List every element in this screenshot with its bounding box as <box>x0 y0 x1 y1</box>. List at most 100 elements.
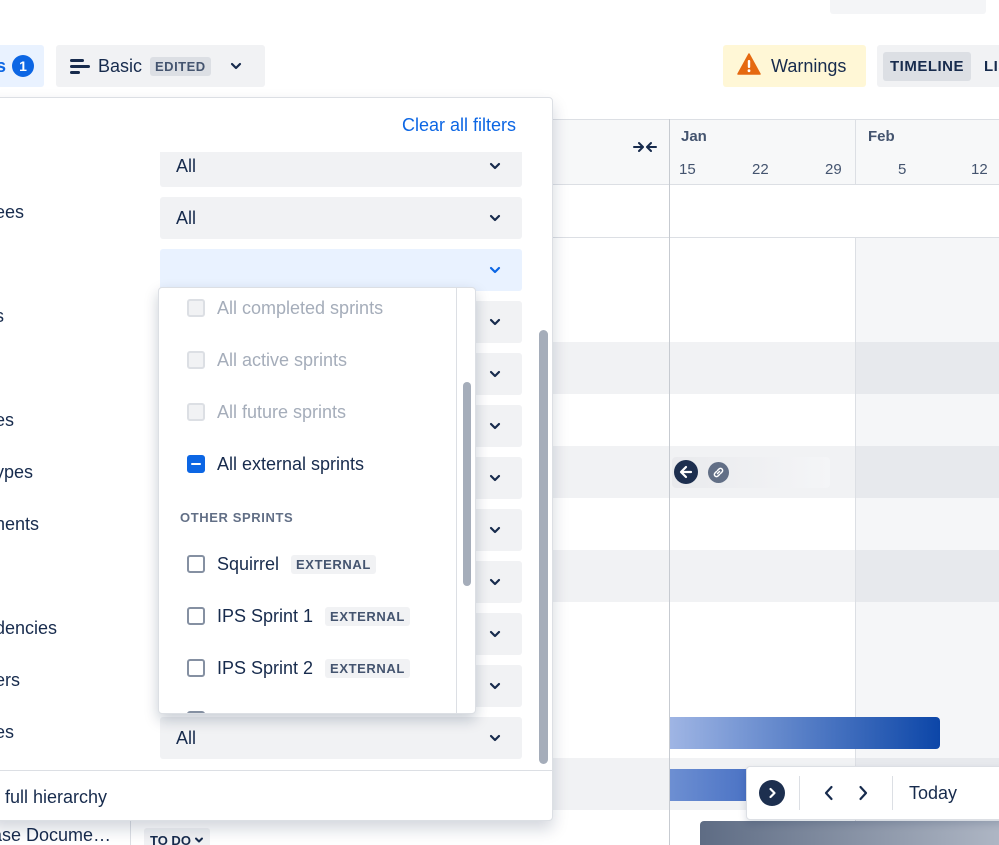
issue-title[interactable]: ase Docume… <box>0 825 111 845</box>
dropdown-scroll-track <box>456 288 457 713</box>
top-field[interactable] <box>830 0 986 14</box>
warnings-label: Warnings <box>771 55 847 76</box>
chevron-left-icon[interactable] <box>812 785 846 801</box>
filter-row: ees All <box>0 187 540 239</box>
option-label: Squirrel <box>217 553 280 574</box>
sprint-dropdown-menu: All completed sprints All active sprints… <box>158 287 476 714</box>
schedule-bar[interactable] <box>670 717 940 749</box>
full-hierarchy-toggle-label[interactable]: full hierarchy <box>5 787 107 808</box>
month-divider <box>855 119 856 185</box>
day-label: 5 <box>898 161 907 178</box>
filter-label: ypes <box>0 462 34 482</box>
day-label: 29 <box>825 161 842 178</box>
view-settings-button[interactable]: Basic EDITED <box>56 45 265 87</box>
edited-badge: EDITED <box>150 56 211 76</box>
weekend-shade <box>855 238 999 845</box>
chevron-down-icon <box>488 211 502 225</box>
chevron-down-icon <box>488 575 502 589</box>
checkbox[interactable] <box>187 659 205 677</box>
chevron-down-icon <box>488 523 502 537</box>
option-label: All external sprints <box>217 453 365 474</box>
filters-button[interactable]: s 1 <box>0 45 44 87</box>
filter-row: es All <box>0 707 540 759</box>
sprint-option-all-completed: All completed sprints <box>159 288 455 334</box>
view-settings-icon <box>70 58 90 74</box>
checkbox <box>187 403 205 421</box>
filter-select[interactable]: All <box>160 152 522 187</box>
filter-label: es <box>0 722 15 742</box>
divider <box>130 820 131 845</box>
panel-footer: full hierarchy <box>0 770 552 820</box>
checkbox-indeterminate[interactable] <box>187 455 205 473</box>
day-label: 12 <box>971 161 988 178</box>
filters-button-label: s <box>0 55 7 76</box>
sprint-option-all-active: All active sprints <box>159 334 455 386</box>
dropdown-scrollbar[interactable] <box>463 382 471 586</box>
collapse-icon[interactable] <box>633 140 657 159</box>
status-dropdown[interactable]: TO DO <box>144 828 210 845</box>
sprint-option[interactable]: Squirrel EXTERNAL <box>159 538 455 590</box>
filter-label: dencies <box>0 618 58 638</box>
timeline-header: Jan Feb 15 22 29 5 12 <box>551 119 999 185</box>
panel-scrollbar[interactable] <box>539 330 548 764</box>
group-heading: OTHER SPRINTS <box>180 510 294 525</box>
link-icon[interactable] <box>708 462 729 483</box>
external-badge: EXTERNAL <box>291 554 376 574</box>
today-button[interactable]: Today <box>909 783 957 804</box>
filter-label: s <box>0 306 4 327</box>
chevron-down-icon <box>488 471 502 485</box>
chevron-right-icon[interactable] <box>846 785 880 801</box>
warnings-button[interactable]: Warnings <box>723 45 866 87</box>
chevron-down-icon <box>229 59 243 73</box>
filter-select[interactable]: All <box>160 717 522 759</box>
chevron-right-circle-icon[interactable] <box>759 780 785 806</box>
external-badge: EXTERNAL <box>325 658 410 678</box>
filter-value: All <box>176 207 197 228</box>
month-gridline <box>855 238 856 845</box>
sprint-option[interactable]: IPS Sprint 1 EXTERNAL <box>159 590 455 642</box>
filter-row-sprints <box>0 239 540 291</box>
view-name: Basic <box>98 55 143 76</box>
sprint-option-all-future: All future sprints <box>159 386 455 438</box>
sprint-option[interactable]: IPS Sprint 2 EXTERNAL <box>159 642 455 694</box>
status-label: TO DO <box>150 832 191 845</box>
option-label: IPS Sprint 1 <box>217 605 314 626</box>
option-label: All active sprints <box>217 349 348 370</box>
filter-label: es <box>0 410 15 430</box>
checkbox[interactable] <box>187 555 205 573</box>
option-label: All completed sprints <box>217 297 384 318</box>
tab-list[interactable]: LIS <box>977 52 999 81</box>
schedule-bar[interactable] <box>700 821 999 845</box>
sprint-filter-select[interactable] <box>160 249 522 291</box>
checkbox[interactable] <box>187 711 205 713</box>
sprint-option-partial[interactable] <box>159 694 455 713</box>
chevron-down-icon <box>488 159 502 173</box>
month-label: Feb <box>868 128 895 145</box>
clear-all-filters-link[interactable]: Clear all filters <box>402 115 516 136</box>
warning-icon <box>737 52 761 80</box>
checkbox <box>187 299 205 317</box>
filter-value: All <box>176 727 197 748</box>
schedule-bar[interactable] <box>670 769 750 801</box>
filter-label: nents <box>0 514 40 534</box>
timeline-navigator: Today <box>746 766 999 820</box>
arrow-left-icon[interactable] <box>674 460 698 484</box>
chevron-down-icon <box>488 627 502 641</box>
checkbox <box>187 351 205 369</box>
day-label: 15 <box>679 161 696 178</box>
divider <box>892 776 893 810</box>
filter-select[interactable]: All <box>160 197 522 239</box>
chevron-down-icon <box>488 367 502 381</box>
external-badge: EXTERNAL <box>325 606 410 626</box>
checkbox[interactable] <box>187 607 205 625</box>
filter-row: All <box>0 152 540 187</box>
tab-timeline[interactable]: TIMELINE <box>883 51 971 81</box>
chevron-down-icon <box>194 837 203 843</box>
month-label: Jan <box>681 128 707 145</box>
filter-value: All <box>176 155 197 176</box>
view-switcher: TIMELINE LIS <box>877 45 999 87</box>
filters-count-badge: 1 <box>12 55 35 77</box>
sprint-option-all-external[interactable]: All external sprints <box>159 438 455 490</box>
filter-label: ees <box>0 202 25 222</box>
filter-label: ers <box>0 670 21 690</box>
